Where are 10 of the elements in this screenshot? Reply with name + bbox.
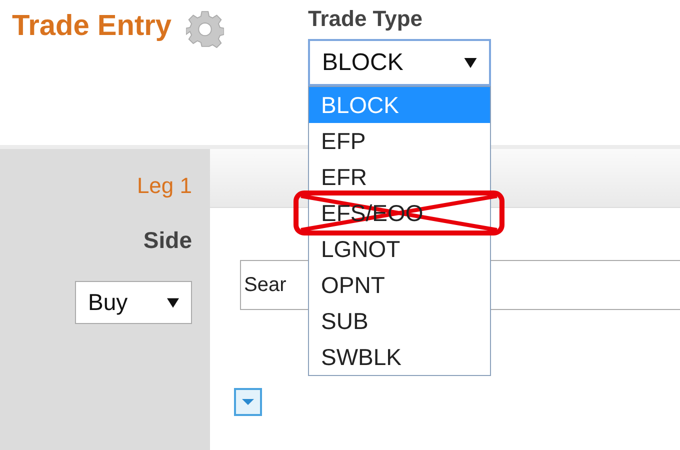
field-label: Side	[143, 227, 192, 254]
dropdown-option[interactable]: EFR	[309, 159, 490, 195]
dropdown-option[interactable]: SWBLK	[309, 339, 490, 375]
page-title: Trade Entry	[12, 10, 172, 43]
side-select[interactable]: Buy	[75, 281, 192, 324]
leg-title: Leg 1	[136, 173, 192, 199]
field-label: Trade Type	[308, 6, 424, 32]
dropdown-option[interactable]: OPNT	[309, 267, 490, 303]
dropdown-option[interactable]: EFP	[309, 123, 490, 159]
trade-type-select[interactable]: BLOCK	[308, 39, 491, 86]
